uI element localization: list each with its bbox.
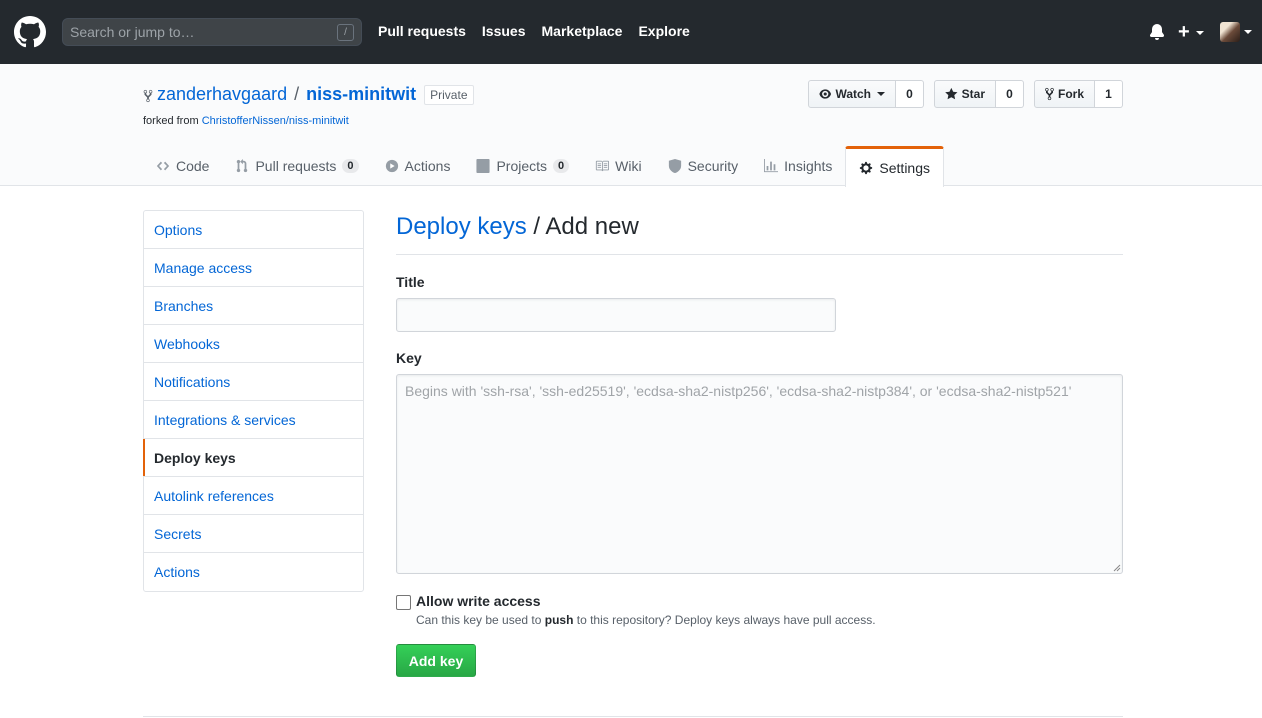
- tab-label: Pull requests: [255, 158, 337, 174]
- tab-settings[interactable]: Settings: [845, 146, 945, 187]
- title-field-label: Title: [396, 274, 425, 290]
- plus-icon: +: [1178, 21, 1190, 43]
- create-new-dropdown[interactable]: +: [1178, 21, 1204, 43]
- resize-grip-icon[interactable]: [1111, 562, 1121, 572]
- sidebar-item-autolink-references[interactable]: Autolink references: [144, 477, 363, 515]
- fork-count[interactable]: 1: [1095, 80, 1123, 108]
- footer-divider: [143, 716, 1123, 717]
- forked-from-label: forked from: [143, 115, 199, 127]
- allow-write-access-checkbox[interactable]: [396, 595, 411, 610]
- project-icon: [476, 159, 491, 173]
- sidebar-item-secrets[interactable]: Secrets: [144, 515, 363, 553]
- page-title-rest: / Add new: [526, 213, 639, 240]
- add-key-button[interactable]: Add key: [396, 644, 476, 677]
- watch-label: Watch: [835, 87, 871, 101]
- repo-name-link[interactable]: niss-minitwit: [306, 84, 416, 105]
- shield-icon: [668, 159, 681, 173]
- watch-count[interactable]: 0: [896, 80, 924, 108]
- star-button[interactable]: Star: [934, 80, 996, 108]
- tab-projects[interactable]: Projects 0: [463, 146, 582, 186]
- github-logo-icon[interactable]: [14, 16, 46, 48]
- repository-header: zanderhavgaard / niss-minitwit Private f…: [0, 64, 1262, 187]
- allow-write-access-note: Can this key be used to push to this rep…: [416, 613, 876, 627]
- visibility-badge: Private: [424, 84, 474, 105]
- forked-from-line: forked from ChristofferNissen/niss-minit…: [143, 115, 349, 127]
- fork-button[interactable]: Fork: [1034, 80, 1095, 108]
- allow-write-access-label[interactable]: Allow write access: [416, 593, 541, 609]
- sidebar-item-deploy-keys[interactable]: Deploy keys: [143, 439, 363, 477]
- nav-pull-requests[interactable]: Pull requests: [378, 23, 466, 39]
- global-nav: Pull requests Issues Marketplace Explore: [378, 23, 690, 39]
- tab-count-badge: 0: [342, 159, 359, 173]
- code-icon: [156, 161, 170, 171]
- play-icon: [385, 159, 398, 173]
- repo-forked-icon: [1045, 87, 1054, 101]
- title-field[interactable]: [396, 298, 836, 332]
- tab-actions[interactable]: Actions: [372, 146, 464, 186]
- note-text-after: to this repository? Deploy keys always h…: [573, 613, 876, 627]
- star-control: Star 0: [934, 80, 1024, 108]
- global-header: / Pull requests Issues Marketplace Explo…: [0, 0, 1262, 64]
- watch-button[interactable]: Watch: [808, 80, 896, 108]
- notifications-bell-icon[interactable]: [1149, 24, 1165, 40]
- user-avatar[interactable]: [1220, 22, 1240, 42]
- tab-pull-requests[interactable]: Pull requests 0: [222, 146, 371, 186]
- star-icon: [945, 87, 958, 100]
- tab-security[interactable]: Security: [655, 146, 752, 186]
- tab-insights[interactable]: Insights: [751, 146, 845, 186]
- nav-issues[interactable]: Issues: [482, 23, 526, 39]
- tab-label: Projects: [496, 158, 548, 174]
- nav-explore[interactable]: Explore: [638, 23, 689, 39]
- page-title: Deploy keys / Add new: [396, 210, 1123, 255]
- eye-icon: [819, 89, 832, 99]
- search-shortcut-hint: /: [337, 24, 354, 41]
- chevron-down-icon[interactable]: [1244, 30, 1252, 34]
- note-text-bold: push: [544, 613, 574, 627]
- star-label: Star: [961, 87, 985, 101]
- sidebar-item-branches[interactable]: Branches: [144, 287, 363, 325]
- settings-sidebar: Options Manage access Branches Webhooks …: [143, 210, 364, 592]
- tab-wiki[interactable]: Wiki: [582, 146, 654, 186]
- note-text-before: Can this key be used to: [416, 613, 545, 627]
- repo-tabs: Code Pull requests 0 Actions Projects 0 …: [143, 146, 945, 187]
- sidebar-item-manage-access[interactable]: Manage access: [144, 249, 363, 287]
- tab-label: Security: [687, 158, 739, 174]
- graph-icon: [764, 159, 779, 173]
- chevron-down-icon: [1196, 31, 1204, 35]
- fork-control: Fork 1: [1034, 80, 1123, 108]
- key-field-label: Key: [396, 350, 422, 366]
- tab-label: Wiki: [615, 158, 642, 174]
- chevron-down-icon: [877, 92, 885, 96]
- sidebar-item-options[interactable]: Options: [144, 211, 363, 249]
- book-icon: [596, 160, 610, 172]
- tab-label: Settings: [879, 160, 931, 176]
- search-input[interactable]: [70, 23, 330, 41]
- nav-marketplace[interactable]: Marketplace: [542, 23, 623, 39]
- forked-from-link[interactable]: ChristofferNissen/niss-minitwit: [202, 115, 349, 127]
- repo-path-separator: /: [294, 84, 300, 104]
- repo-title: zanderhavgaard / niss-minitwit Private: [143, 84, 474, 105]
- sidebar-item-integrations[interactable]: Integrations & services: [144, 401, 363, 439]
- deploy-key-form: Deploy keys / Add new Title Key Allow wr…: [396, 210, 1123, 677]
- star-count[interactable]: 0: [996, 80, 1024, 108]
- sidebar-item-notifications[interactable]: Notifications: [144, 363, 363, 401]
- deploy-keys-breadcrumb-link[interactable]: Deploy keys: [396, 213, 527, 240]
- sidebar-item-webhooks[interactable]: Webhooks: [144, 325, 363, 363]
- tab-label: Insights: [784, 158, 833, 174]
- watch-control: Watch 0: [808, 80, 924, 108]
- tab-count-badge: 0: [553, 159, 570, 173]
- fork-label: Fork: [1057, 87, 1084, 101]
- search-box[interactable]: /: [62, 18, 362, 46]
- sidebar-item-actions[interactable]: Actions: [144, 553, 363, 591]
- tab-code[interactable]: Code: [143, 146, 222, 186]
- repo-forked-icon: [143, 89, 153, 102]
- pull-request-icon: [237, 159, 248, 173]
- tab-label: Actions: [404, 158, 451, 174]
- tab-label: Code: [176, 158, 210, 174]
- key-field[interactable]: [396, 374, 1123, 574]
- gear-icon: [860, 161, 873, 175]
- repo-owner-link[interactable]: zanderhavgaard: [157, 84, 287, 105]
